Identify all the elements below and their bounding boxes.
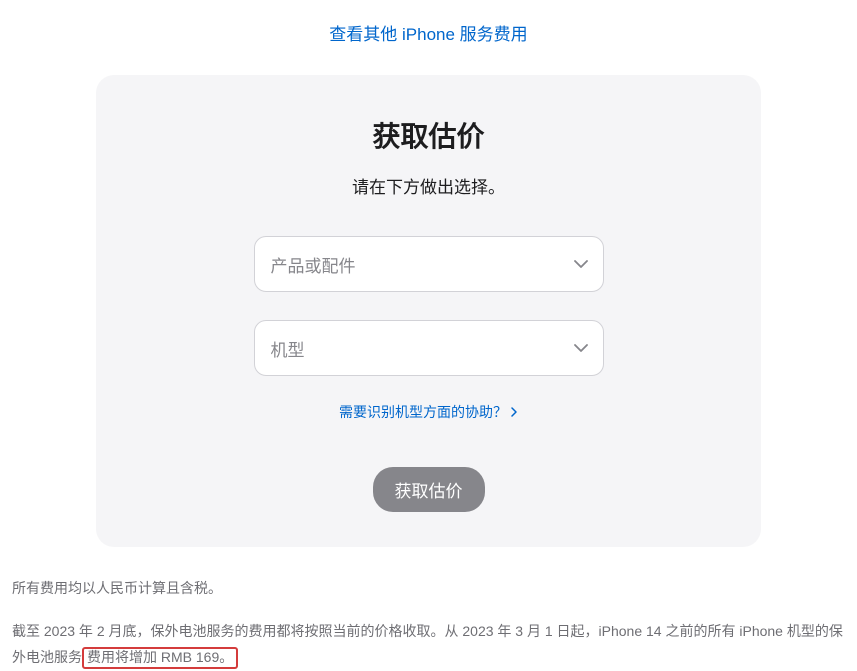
product-select[interactable]: 产品或配件 — [254, 236, 604, 292]
footer-line-1: 所有费用均以人民币计算且含税。 — [12, 575, 845, 602]
footer-text: 所有费用均以人民币计算且含税。 截至 2023 年 2 月底，保外电池服务的费用… — [0, 547, 857, 671]
model-select-wrapper: 机型 — [254, 320, 604, 376]
help-identify-link[interactable]: 需要识别机型方面的协助？ — [339, 402, 518, 422]
other-services-link[interactable]: 查看其他 iPhone 服务费用 — [329, 25, 527, 44]
price-increase-highlight: 费用将增加 RMB 169。 — [82, 647, 238, 669]
product-select-wrapper: 产品或配件 — [254, 236, 604, 292]
model-select[interactable]: 机型 — [254, 320, 604, 376]
chevron-right-icon — [511, 407, 518, 417]
card-title: 获取估价 — [126, 115, 731, 155]
help-link-label: 需要识别机型方面的协助？ — [339, 402, 507, 422]
card-subtitle: 请在下方做出选择。 — [126, 173, 731, 198]
top-link-container: 查看其他 iPhone 服务费用 — [0, 0, 857, 75]
get-estimate-button[interactable]: 获取估价 — [373, 467, 485, 512]
estimate-card: 获取估价 请在下方做出选择。 产品或配件 机型 需要识别机型方面的协助？ 获取估… — [96, 75, 761, 547]
